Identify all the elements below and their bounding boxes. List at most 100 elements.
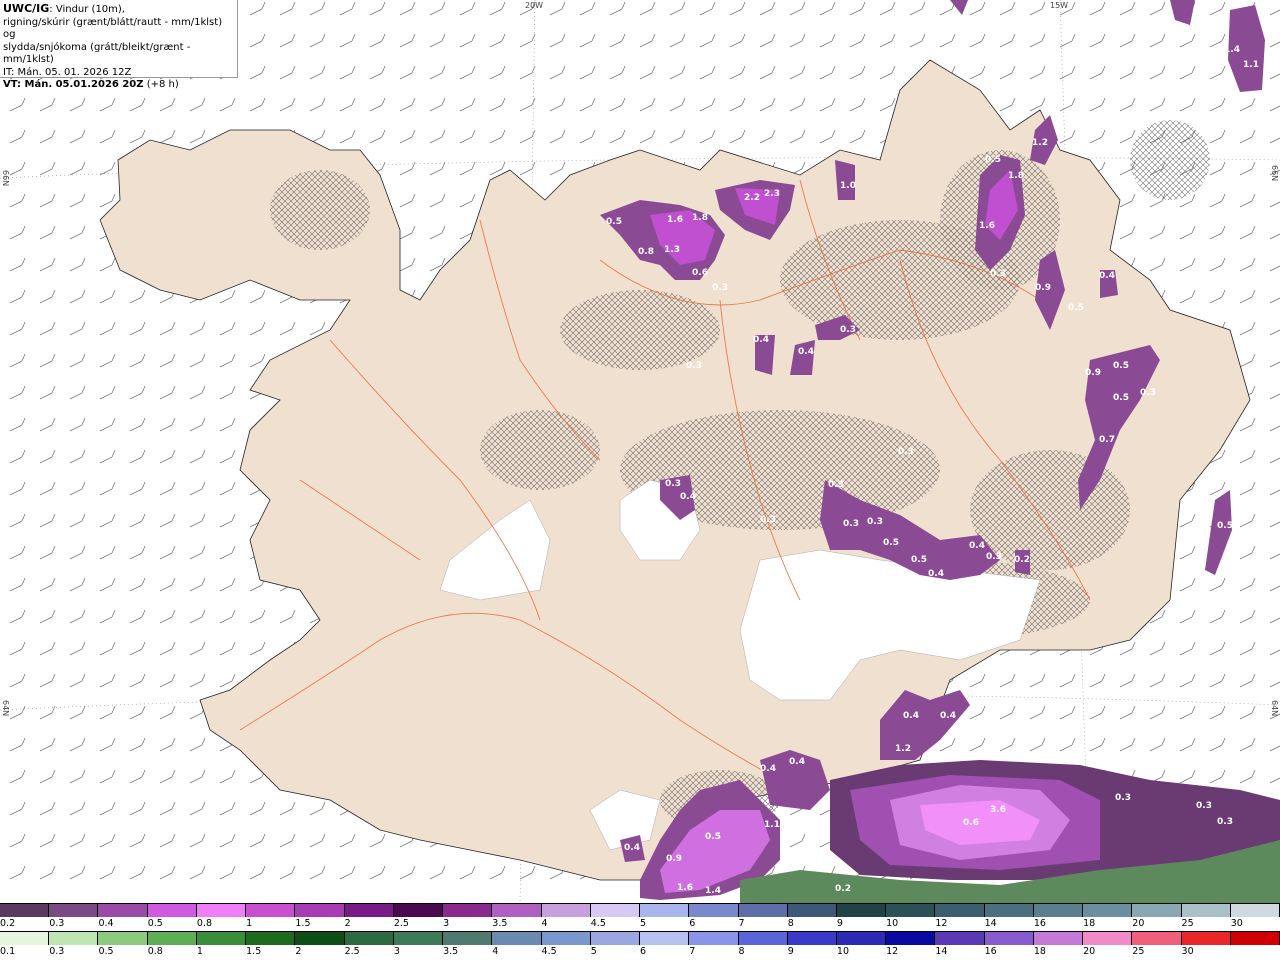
wind-barb [129,417,146,432]
wind-barb [9,129,26,144]
wind-barb [549,129,566,144]
wind-barb [789,129,806,144]
scale-label: 10 [886,918,899,929]
scale-label: 3.5 [492,918,508,929]
wind-barb [1239,545,1256,560]
wind-barb [99,769,116,784]
wind-barb [189,865,206,880]
wind-barb [339,1,356,16]
weather-map[interactable]: 0.5 1.6 1.8 1.3 0.8 0.6 0.3 2.2 2.3 1.0 0.5 1.8 1.2 1… [0,0,1280,904]
precip-value: 1.8 [1008,171,1024,181]
wind-barb [669,97,686,112]
scale-swatch [1033,932,1084,945]
wind-barb [39,481,56,496]
wind-barb [189,321,206,336]
wind-barb [69,481,86,496]
scale-label: 0.2 [0,918,16,929]
wind-barb [219,353,236,368]
scale-label: 5 [590,946,597,957]
wind-barb [99,513,116,528]
wind-barb [1209,161,1226,176]
wind-barb [1179,705,1196,720]
wind-barb [9,385,26,400]
wind-barb [339,833,356,848]
wind-barb [339,33,356,48]
wind-barb [69,545,86,560]
scale-swatch [836,932,887,945]
scale-label: 0.8 [147,946,163,957]
scale-swatch [1181,904,1231,917]
wind-barb [489,161,506,176]
scale-swatch [393,904,444,917]
wind-barb [39,321,56,336]
wind-barb [1179,33,1196,48]
wind-barb [159,449,176,464]
header-line3: slydda/snjókoma (grátt/bleikt/grænt - mm… [3,41,191,66]
scale-label: 4.5 [541,946,557,957]
wind-barb [129,641,146,656]
scale-label: 0.5 [98,946,114,957]
wind-barb [849,1,866,16]
wind-barb [159,801,176,816]
wind-barb [189,737,206,752]
header-line2: rigning/skúrir (grænt/blátt/rautt - mm/1… [3,16,223,41]
wind-barb [759,1,776,16]
scale-swatch [49,904,99,917]
wind-barb [369,33,386,48]
wind-barb [369,65,386,80]
scale-swatch [787,932,837,945]
wind-barb [69,193,86,208]
scale-swatch [689,904,739,917]
scale-label: 3.5 [443,946,459,957]
wind-barb [549,161,566,176]
wind-barb [1209,577,1226,592]
wind-barb [519,97,536,112]
wind-barb [609,97,626,112]
wind-barb [1239,769,1256,784]
wind-barb [339,65,356,80]
wind-barb [1269,521,1280,528]
precip-value: 0.9 [1035,283,1051,293]
precip-value: 1.1 [1243,60,1259,70]
wind-barb [1239,737,1256,752]
wind-barb [849,129,866,144]
wind-barb [1239,609,1256,624]
wind-barb [69,449,86,464]
wind-barb [369,1,386,16]
scale-swatch [344,904,394,917]
scale-label: 4 [541,918,548,929]
precip-value: 1.2 [1032,138,1048,148]
wind-barb [39,97,56,112]
wind-barb [129,385,146,400]
wind-barb [129,705,146,720]
wind-barb [189,353,206,368]
wind-barb [1149,1,1166,16]
wind-barb [1119,193,1136,208]
wind-barb [1179,289,1196,304]
wind-barb [969,705,986,720]
wind-barb [129,545,146,560]
wind-barb [969,65,986,80]
scale-label: 9 [787,946,794,957]
scale-label: 7 [689,946,696,957]
wind-barb [309,865,326,880]
wind-barb [189,545,206,560]
wind-barb [9,769,26,784]
wind-barb [429,65,446,80]
valid-offset: (+8 h) [143,79,179,90]
wind-barb [549,1,566,16]
wind-barb [1059,737,1076,752]
valid-time: VT: Mán. 05.01.2026 20Z [3,79,144,90]
wind-barb [129,353,146,368]
snow-scale-labels: 0.2 0.3 0.4 0.5 0.8 1 1.5 2 2.5 3 3.5 4 4.5 5 6 7 8 9 10 12… [0,918,1280,930]
scale-swatch [886,932,936,945]
wind-barb [459,65,476,80]
wind-barb [579,65,596,80]
wind-barb [129,673,146,688]
scale-label: 25 [1132,946,1145,957]
wind-barb [249,641,266,656]
wind-barb [1119,97,1136,112]
wind-barb [819,97,836,112]
wind-barb [369,129,386,144]
wind-barb [1239,225,1256,240]
